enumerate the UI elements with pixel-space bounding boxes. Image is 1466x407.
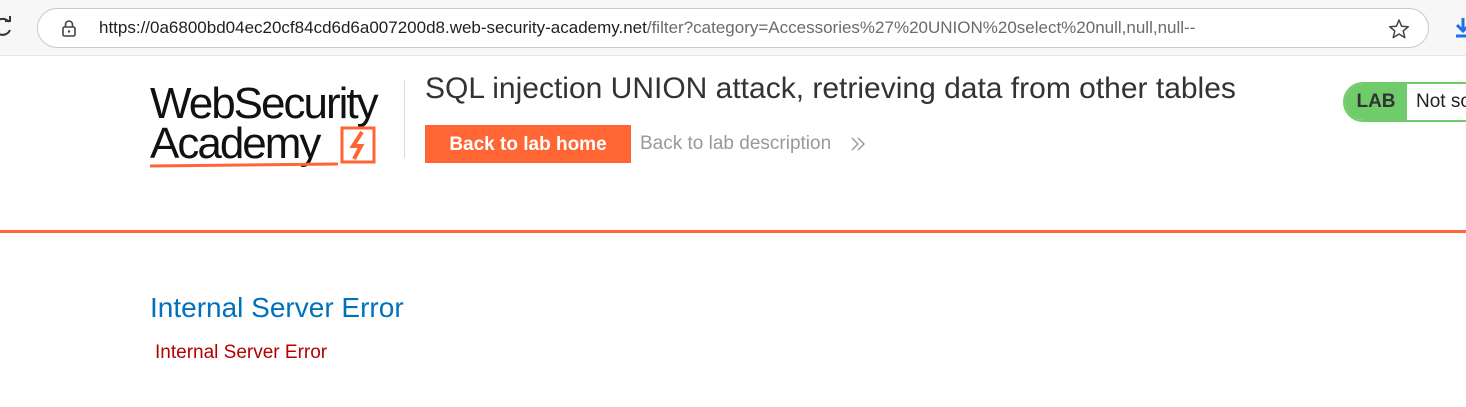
logo-text-line-2: Academy [150, 119, 321, 168]
url-text[interactable]: https://0a6800bd04ec20cf84cd6d6a007200d8… [99, 9, 1195, 47]
lab-status-text: Not solved [1416, 91, 1466, 112]
lab-badge: LAB [1345, 84, 1407, 120]
chevron-double-right-icon[interactable] [850, 136, 866, 152]
url-path: /filter?category=Accessories%27%20UNION%… [646, 18, 1196, 37]
lab-status-widget: LAB Not solved [1343, 82, 1466, 122]
url-host: https://0a6800bd04ec20cf84cd6d6a007200d8… [99, 18, 647, 37]
header-orange-rule [0, 230, 1466, 233]
logo-underline [150, 162, 339, 168]
header-divider [404, 80, 405, 158]
lock-icon[interactable] [60, 19, 78, 37]
error-heading: Internal Server Error [150, 292, 404, 323]
academy-logo[interactable]: WebSecurity Academy [150, 80, 400, 170]
lab-title: SQL injection UNION attack, retrieving d… [425, 72, 1236, 105]
star-icon[interactable] [1388, 18, 1410, 40]
back-to-lab-home-button[interactable]: Back to lab home [425, 125, 631, 163]
reload-icon[interactable] [0, 16, 14, 38]
logo-bolt-icon [340, 126, 376, 164]
address-bar[interactable]: https://0a6800bd04ec20cf84cd6d6a007200d8… [37, 8, 1429, 48]
error-message: Internal Server Error [155, 342, 328, 363]
download-icon[interactable] [1453, 16, 1466, 38]
back-to-lab-description-link[interactable]: Back to lab description [640, 132, 831, 156]
browser-toolbar: https://0a6800bd04ec20cf84cd6d6a007200d8… [0, 0, 1466, 56]
